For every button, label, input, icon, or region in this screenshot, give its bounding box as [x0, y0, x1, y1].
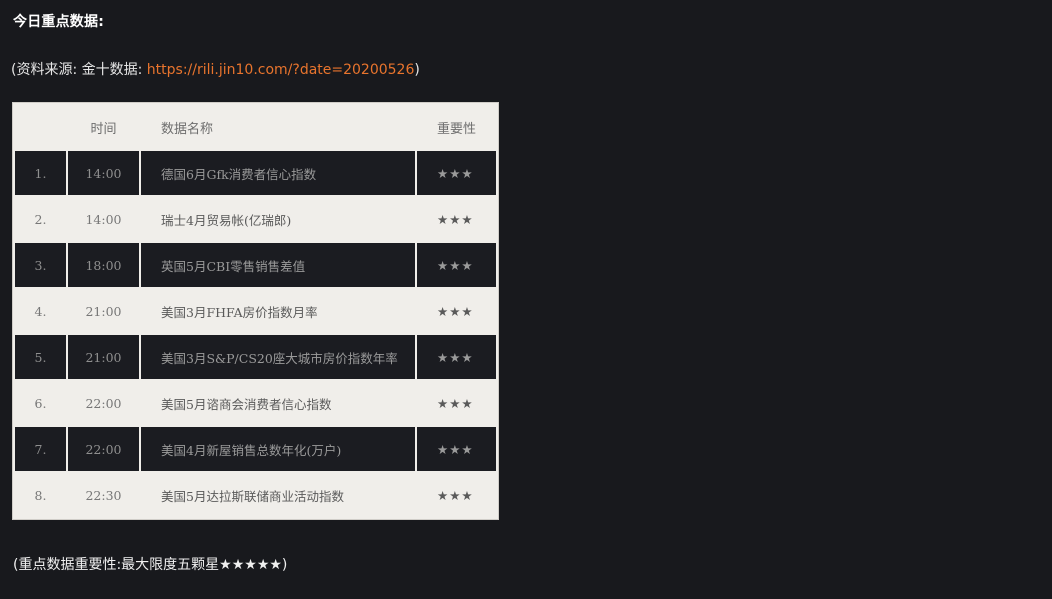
- row-name: 英国5月CBI零售销售差值: [141, 243, 415, 287]
- row-time: 22:00: [68, 381, 139, 425]
- row-time: 22:00: [68, 427, 139, 471]
- row-index: 8.: [15, 473, 66, 517]
- table-row: 7. 22:00 美国4月新屋销售总数年化(万户) ★★★: [15, 427, 496, 471]
- row-importance: ★★★: [417, 289, 496, 333]
- row-index: 3.: [15, 243, 66, 287]
- header-index: [15, 105, 66, 149]
- page-title: 今日重点数据:: [13, 14, 104, 30]
- table-body: 1. 14:00 德国6月Gfk消费者信心指数 ★★★ 2. 14:00 瑞士4…: [15, 151, 496, 517]
- row-time: 14:00: [68, 151, 139, 195]
- table-row: 6. 22:00 美国5月谘商会消费者信心指数 ★★★: [15, 381, 496, 425]
- row-name: 瑞士4月贸易帐(亿瑞郎): [141, 197, 415, 241]
- row-index: 6.: [15, 381, 66, 425]
- row-name: 德国6月Gfk消费者信心指数: [141, 151, 415, 195]
- source-prefix: (资料来源: 金十数据:: [11, 62, 147, 78]
- row-index: 2.: [15, 197, 66, 241]
- row-index: 1.: [15, 151, 66, 195]
- row-name: 美国5月达拉斯联储商业活动指数: [141, 473, 415, 517]
- row-importance: ★★★: [417, 427, 496, 471]
- table-row: 2. 14:00 瑞士4月贸易帐(亿瑞郎) ★★★: [15, 197, 496, 241]
- row-time: 18:00: [68, 243, 139, 287]
- row-importance: ★★★: [417, 197, 496, 241]
- row-importance: ★★★: [417, 335, 496, 379]
- table-row: 5. 21:00 美国3月S&P/CS20座大城市房价指数年率 ★★★: [15, 335, 496, 379]
- row-importance: ★★★: [417, 151, 496, 195]
- row-time: 21:00: [68, 335, 139, 379]
- row-index: 5.: [15, 335, 66, 379]
- source-line: (资料来源: 金十数据: https://rili.jin10.com/?dat…: [11, 59, 420, 79]
- row-time: 14:00: [68, 197, 139, 241]
- header-name: 数据名称: [141, 105, 415, 149]
- row-index: 7.: [15, 427, 66, 471]
- row-importance: ★★★: [417, 243, 496, 287]
- importance-note: (重点数据重要性:最大限度五颗星★★★★★): [13, 557, 288, 573]
- row-index: 4.: [15, 289, 66, 333]
- row-name: 美国4月新屋销售总数年化(万户): [141, 427, 415, 471]
- page: 今日重点数据: (资料来源: 金十数据: https://rili.jin10.…: [0, 0, 1052, 599]
- row-importance: ★★★: [417, 381, 496, 425]
- row-importance: ★★★: [417, 473, 496, 517]
- row-name: 美国5月谘商会消费者信心指数: [141, 381, 415, 425]
- row-time: 22:30: [68, 473, 139, 517]
- row-time: 21:00: [68, 289, 139, 333]
- header-time: 时间: [68, 105, 139, 149]
- row-name: 美国3月S&P/CS20座大城市房价指数年率: [141, 335, 415, 379]
- source-link[interactable]: https://rili.jin10.com/?date=20200526: [147, 62, 415, 78]
- table-row: 4. 21:00 美国3月FHFA房价指数月率 ★★★: [15, 289, 496, 333]
- table-row: 8. 22:30 美国5月达拉斯联储商业活动指数 ★★★: [15, 473, 496, 517]
- source-suffix: ): [414, 62, 420, 78]
- row-name: 美国3月FHFA房价指数月率: [141, 289, 415, 333]
- table-row: 1. 14:00 德国6月Gfk消费者信心指数 ★★★: [15, 151, 496, 195]
- table-row: 3. 18:00 英国5月CBI零售销售差值 ★★★: [15, 243, 496, 287]
- header-importance: 重要性: [417, 105, 496, 149]
- table-header-row: 时间 数据名称 重要性: [15, 105, 496, 149]
- data-table: 时间 数据名称 重要性 1. 14:00 德国6月Gfk消费者信心指数 ★★★ …: [12, 102, 499, 520]
